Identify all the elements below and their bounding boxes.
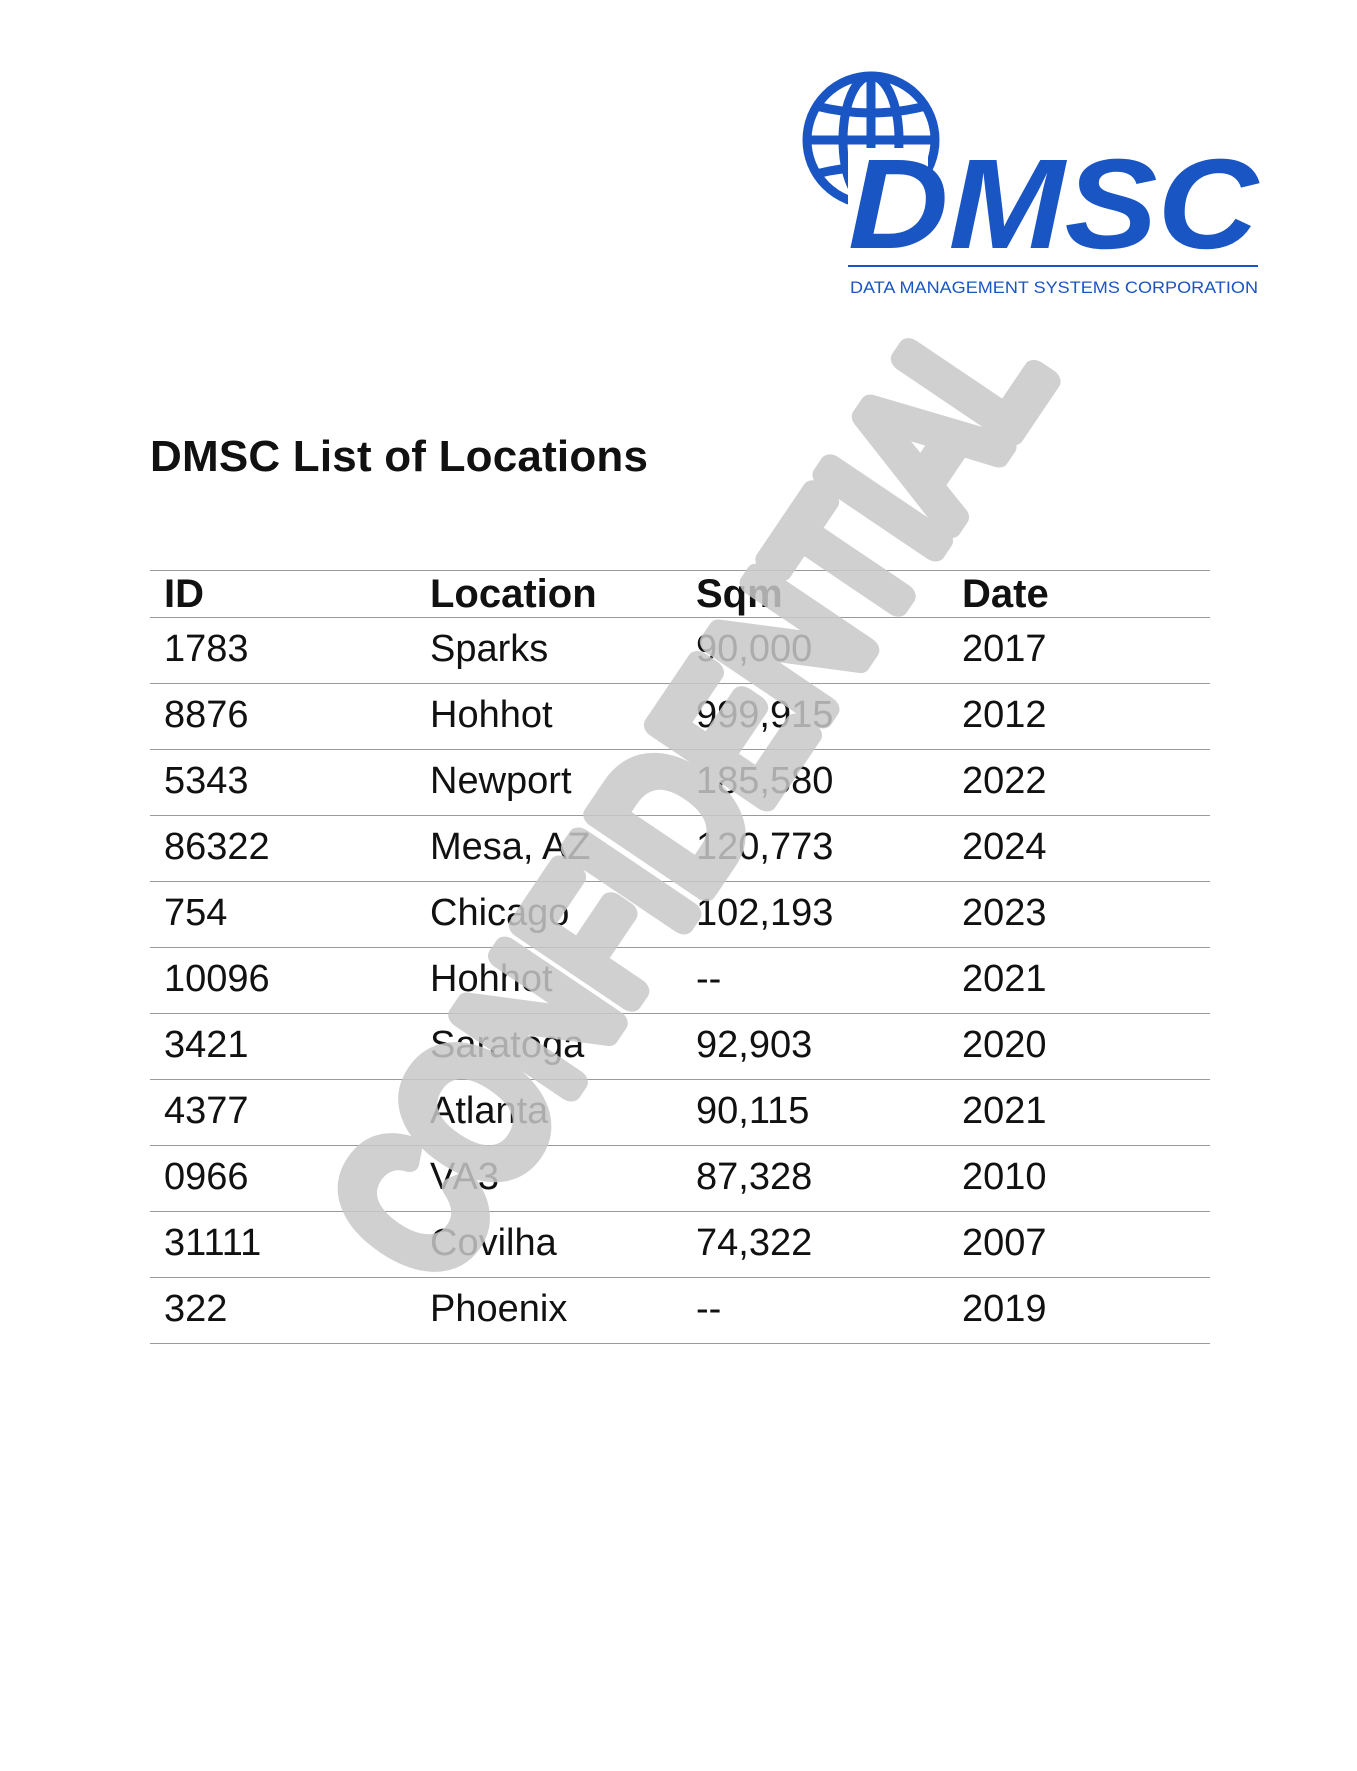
locations-table: ID Location Sqm Date 1783 Sparks 90,000 …: [150, 570, 1210, 1344]
column-header-sqm: Sqm: [696, 571, 783, 616]
table-row: 86322 Mesa, AZ 120,773 2024: [150, 816, 1210, 882]
table-row: 10096 Hohhot -- 2021: [150, 948, 1210, 1014]
column-header-id: ID: [164, 571, 204, 616]
table-row: 5343 Newport 185,580 2022: [150, 750, 1210, 816]
cell-sqm: 90,115: [696, 1090, 810, 1132]
cell-location: Covilha: [430, 1222, 557, 1264]
cell-date: 2007: [962, 1222, 1047, 1264]
cell-location: VA3: [430, 1156, 500, 1198]
cell-date: 2023: [962, 892, 1047, 934]
cell-id: 86322: [164, 826, 270, 868]
table-header-row: ID Location Sqm Date: [150, 570, 1210, 618]
table-row: 0966 VA3 87,328 2010: [150, 1146, 1210, 1212]
cell-location: Sparks: [430, 628, 549, 670]
page-title: DMSC List of Locations: [150, 432, 649, 481]
column-header-location: Location: [430, 571, 597, 616]
cell-sqm: 185,580: [696, 760, 834, 802]
cell-date: 2012: [962, 694, 1047, 736]
cell-id: 0966: [164, 1156, 249, 1198]
table-row: 3421 Saratoga 92,903 2020: [150, 1014, 1210, 1080]
table-row: 322 Phoenix -- 2019: [150, 1278, 1210, 1344]
cell-location: Newport: [430, 760, 572, 802]
cell-id: 31111: [164, 1222, 262, 1264]
cell-date: 2019: [962, 1288, 1047, 1330]
cell-date: 2022: [962, 760, 1047, 802]
cell-id: 5343: [164, 760, 249, 802]
cell-location: Hohhot: [430, 694, 553, 736]
cell-location: Mesa, AZ: [430, 826, 591, 868]
logo-tagline: DATA MANAGEMENT SYSTEMS CORPORATION: [850, 278, 1258, 297]
cell-date: 2021: [962, 1090, 1047, 1132]
cell-sqm: 120,773: [696, 826, 834, 868]
cell-id: 322: [164, 1288, 228, 1330]
company-logo: DMSC DATA MANAGEMENT SYSTEMS CORPORATION: [786, 68, 1266, 304]
cell-location: Phoenix: [430, 1288, 568, 1330]
cell-sqm: 102,193: [696, 892, 834, 934]
cell-location: Chicago: [430, 892, 570, 934]
cell-sqm: 87,328: [696, 1156, 813, 1198]
cell-location: Atlanta: [430, 1090, 549, 1132]
cell-date: 2017: [962, 628, 1047, 670]
cell-sqm: 999,915: [696, 694, 834, 736]
cell-id: 8876: [164, 694, 249, 736]
column-header-date: Date: [962, 571, 1049, 616]
table-row: 1783 Sparks 90,000 2017: [150, 618, 1210, 684]
cell-id: 1783: [164, 628, 249, 670]
cell-id: 10096: [164, 958, 270, 1000]
table-row: 8876 Hohhot 999,915 2012: [150, 684, 1210, 750]
cell-id: 754: [164, 892, 228, 934]
logo-wordmark: DMSC: [848, 133, 1260, 276]
cell-location: Saratoga: [430, 1024, 585, 1066]
cell-sqm: 74,322: [696, 1222, 813, 1264]
cell-sqm: 90,000: [696, 628, 813, 670]
dmsc-logo-graphic: DMSC DATA MANAGEMENT SYSTEMS CORPORATION: [802, 71, 1260, 297]
cell-id: 4377: [164, 1090, 249, 1132]
cell-id: 3421: [164, 1024, 249, 1066]
cell-sqm: 92,903: [696, 1024, 813, 1066]
cell-sqm: --: [696, 1288, 722, 1330]
cell-location: Hohhot: [430, 958, 553, 1000]
cell-sqm: --: [696, 958, 722, 1000]
cell-date: 2024: [962, 826, 1047, 868]
cell-date: 2021: [962, 958, 1047, 1000]
table-row: 4377 Atlanta 90,115 2021: [150, 1080, 1210, 1146]
cell-date: 2010: [962, 1156, 1047, 1198]
cell-date: 2020: [962, 1024, 1047, 1066]
table-row: 754 Chicago 102,193 2023: [150, 882, 1210, 948]
table-row: 31111 Covilha 74,322 2007: [150, 1212, 1210, 1278]
